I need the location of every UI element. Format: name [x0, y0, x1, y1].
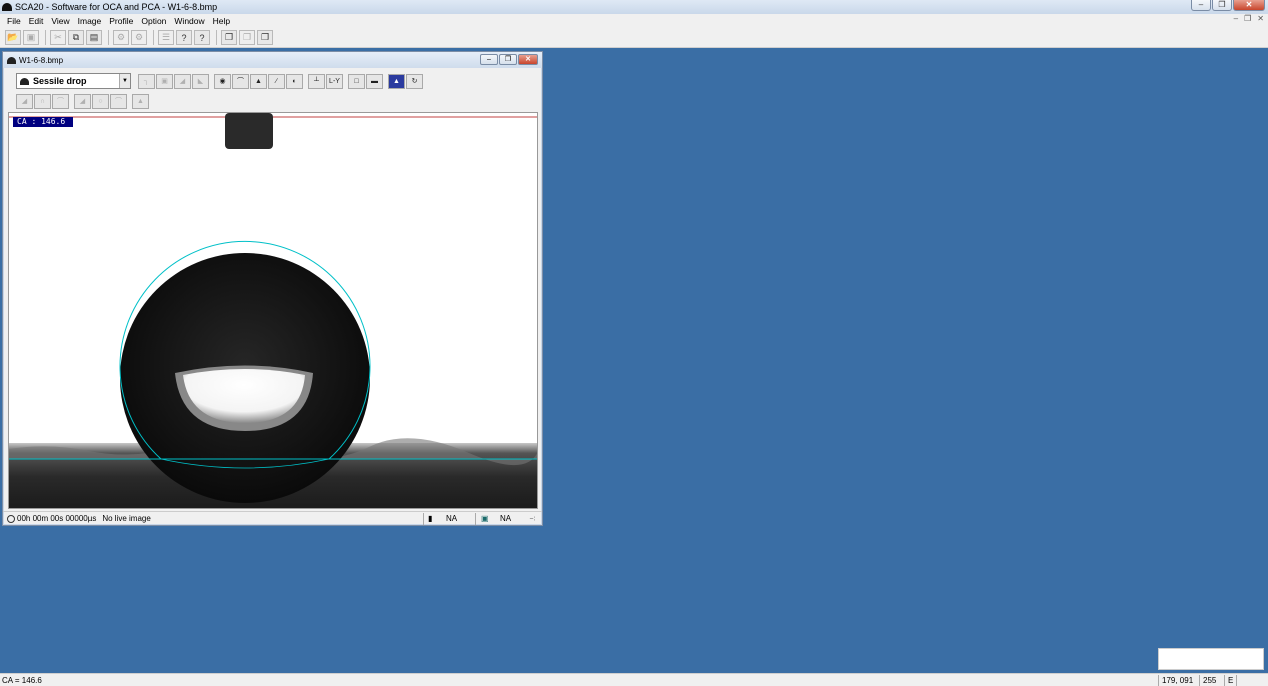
menu-file[interactable]: File: [3, 16, 25, 26]
mdi-close-icon[interactable]: ✕: [1257, 14, 1264, 23]
help-icon[interactable]: ?: [176, 30, 192, 45]
pendant-left-icon[interactable]: ◢: [16, 93, 33, 109]
mdi-minimize-icon[interactable]: –: [1234, 14, 1238, 23]
list-icon[interactable]: ☰: [158, 30, 174, 45]
restore-button[interactable]: ❐: [1212, 0, 1232, 11]
chip-icon: ▣: [481, 514, 489, 523]
minimize-button[interactable]: –: [1191, 0, 1211, 11]
tilt-right-icon[interactable]: ◣: [192, 73, 209, 89]
image-window-titlebar: W1-6-8.bmp – ❐ ✕: [3, 52, 542, 68]
image-window-title: W1-6-8.bmp: [19, 55, 64, 65]
window-cascade-icon[interactable]: ❐: [221, 30, 237, 45]
menu-edit[interactable]: Edit: [25, 16, 48, 26]
shape-toolbar: ◢ ∩ ⌒ ◢ ○ ⌒ ▲: [3, 92, 542, 110]
image-window-status: 00h 00m 00s 00000µs No live image ▮ NA ▣…: [3, 511, 542, 525]
baseline-icon[interactable]: ┴: [308, 73, 325, 89]
mdi-restore-icon[interactable]: ❐: [1244, 14, 1251, 23]
close-button[interactable]: ✕: [1233, 0, 1265, 11]
copy-icon[interactable]: ⧉: [68, 30, 84, 45]
refresh-icon[interactable]: ↻: [406, 73, 423, 89]
window-title: SCA20 - Software for OCA and PCA - W1-6-…: [15, 2, 218, 12]
angle-meter-icon[interactable]: ◐: [286, 73, 303, 89]
tangent-icon[interactable]: ∕: [268, 73, 285, 89]
ellipse-fit-icon[interactable]: ⌒: [110, 93, 127, 109]
blank-panel: [1158, 648, 1264, 670]
ly-button[interactable]: L-Y: [326, 73, 343, 89]
drop-image-canvas: [9, 113, 537, 508]
menu-help[interactable]: Help: [209, 16, 234, 26]
frame-icon[interactable]: □: [348, 73, 365, 89]
arc-icon[interactable]: ⌒: [232, 73, 249, 89]
pendant-icon[interactable]: ∩: [34, 93, 51, 109]
open-folder-icon[interactable]: 📂: [5, 30, 21, 45]
measurement-toolbar: Sessile drop ▼ ┐ ▣ ◢ ◣ ◉ ⌒ ▲ ∕ ◐ ┴ L-Y □…: [3, 71, 542, 91]
tilt-icon[interactable]: ◢: [174, 73, 191, 89]
status-value-2: NA: [500, 514, 512, 523]
status-intensity: 255: [1199, 675, 1216, 686]
time-stamp: 00h 00m 00s 00000µs: [17, 514, 97, 523]
thermometer-icon: ▮: [428, 514, 433, 523]
chevron-down-icon[interactable]: ▼: [119, 74, 130, 88]
menu-option[interactable]: Option: [137, 16, 170, 26]
window-arrange-icon[interactable]: ❐: [257, 30, 273, 45]
device-gear-icon[interactable]: ⚙: [131, 30, 147, 45]
settings-gear-icon[interactable]: ⚙: [113, 30, 129, 45]
status-coordinates: 179, 091: [1158, 675, 1193, 686]
status-flag: E: [1224, 675, 1233, 686]
sessile-drop-icon: [20, 77, 29, 85]
calibration-icon[interactable]: ▲: [388, 73, 405, 89]
drop-image[interactable]: CA : 146.6: [8, 112, 538, 509]
mode-select-value: Sessile drop: [33, 76, 87, 86]
save-icon[interactable]: ▣: [23, 30, 39, 45]
live-image-status: No live image: [102, 514, 151, 523]
context-help-icon[interactable]: ?: [194, 30, 210, 45]
menu-bar: File Edit View Image Profile Option Wind…: [0, 14, 1268, 28]
needle: [225, 113, 273, 149]
slope-icon[interactable]: ◢: [74, 93, 91, 109]
camera-icon[interactable]: ▣: [156, 73, 173, 89]
status-contact-angle: CA = 146.6: [2, 675, 42, 685]
drop-icon: [7, 56, 16, 64]
clock-icon: [7, 514, 15, 523]
menu-image[interactable]: Image: [74, 16, 106, 26]
paste-icon[interactable]: ▤: [86, 30, 102, 45]
dome-icon[interactable]: ⌒: [52, 93, 69, 109]
child-restore-button[interactable]: ❐: [499, 54, 517, 65]
bar-icon[interactable]: ▬: [366, 73, 383, 89]
drop-shape-icon[interactable]: ◉: [214, 73, 231, 89]
main-toolbar: 📂 ▣ ✂ ⧉ ▤ ⚙ ⚙ ☰ ? ? ❐ ❐ ❐: [0, 28, 1268, 48]
app-titlebar: SCA20 - Software for OCA and PCA - W1-6-…: [0, 0, 1268, 14]
cut-icon[interactable]: ✂: [50, 30, 66, 45]
menu-view[interactable]: View: [47, 16, 73, 26]
image-window: W1-6-8.bmp – ❐ ✕ Sessile drop ▼ ┐ ▣ ◢ ◣ …: [2, 51, 543, 526]
circle-fit-icon[interactable]: ○: [92, 93, 109, 109]
menu-window[interactable]: Window: [170, 16, 208, 26]
mode-select[interactable]: Sessile drop ▼: [16, 73, 131, 89]
profile-icon[interactable]: ▲: [132, 93, 149, 109]
status-bar: CA = 146.6 179, 091 255 E: [0, 673, 1268, 686]
baseline-drop-icon[interactable]: ▲: [250, 73, 267, 89]
app-drop-icon: [2, 3, 12, 11]
child-close-button[interactable]: ✕: [518, 54, 538, 65]
resize-grip-icon[interactable]: ∹: [529, 514, 536, 523]
window-tile-icon[interactable]: ❐: [239, 30, 255, 45]
child-minimize-button[interactable]: –: [480, 54, 498, 65]
status-value-1: NA: [446, 514, 458, 523]
menu-profile[interactable]: Profile: [105, 16, 137, 26]
contact-angle-overlay: CA : 146.6: [13, 117, 73, 127]
needle-icon[interactable]: ┐: [138, 73, 155, 89]
